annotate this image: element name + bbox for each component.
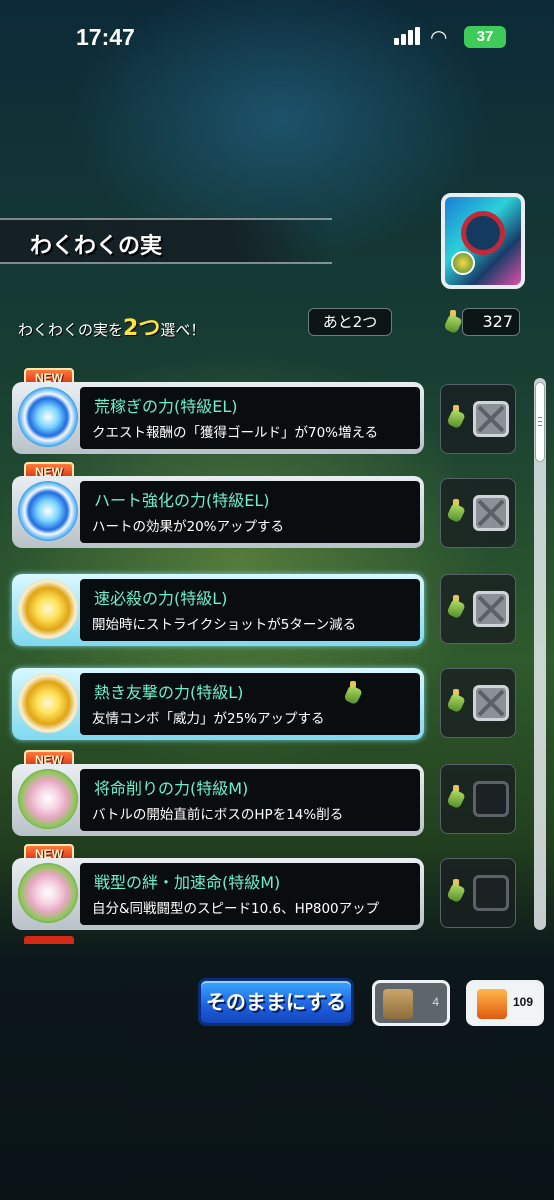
fruit-card-2[interactable]: ハート強化の力(特級EL) ハートの効果が20%アップする	[12, 476, 424, 548]
next-new-badge-peek	[24, 936, 74, 944]
title-banner: わくわくの実	[0, 218, 332, 264]
bottle-icon	[446, 499, 466, 524]
bottle-icon	[446, 595, 466, 620]
keep-as-is-button[interactable]: そのままにする	[198, 978, 354, 1026]
fruit-name: 戦型の絆・加速命(特級M)	[94, 873, 281, 892]
bottle-icon	[446, 689, 466, 714]
fruit-name: 速必殺の力(特級L)	[94, 589, 228, 608]
character-thumbnail[interactable]	[441, 193, 525, 289]
fruit-card-6[interactable]: 戦型の絆・加速命(特級M) 自分&同戦闘型のスピード10.6、HP800アップ	[12, 858, 424, 930]
fruit-desc: クエスト報酬の「獲得ゴールド」が70%増える	[92, 425, 379, 441]
fruit-checkbox-6[interactable]	[440, 858, 516, 928]
bottle-icon	[446, 785, 466, 810]
scroll-icon	[383, 989, 413, 1019]
disabled-checkbox-icon	[473, 685, 509, 721]
scroll-icon	[477, 989, 507, 1019]
wifi-icon: ◠	[430, 25, 448, 49]
page-title: わくわくの実	[30, 234, 163, 259]
fruit-name: 荒稼ぎの力(特級EL)	[94, 397, 238, 416]
bottle-icon	[443, 310, 463, 335]
fruit-card-4[interactable]: 熱き友撃の力(特級L) 友情コンボ「威力」が25%アップする	[12, 668, 424, 740]
disabled-checkbox-icon	[473, 591, 509, 627]
fruit-checkbox-3[interactable]	[440, 574, 516, 644]
remaining-count: あと2つ	[308, 308, 392, 336]
signal-icon	[394, 27, 422, 45]
fruit-currency: 327	[443, 306, 520, 338]
scroll-thumb[interactable]	[535, 382, 545, 462]
currency-count: 327	[462, 308, 520, 336]
battery-icon: 37	[464, 26, 506, 48]
gold-burst-icon	[18, 579, 78, 639]
fruit-desc: ハートの効果が20%アップする	[92, 519, 285, 535]
blue-flower-icon	[18, 387, 78, 447]
clock: 17:47	[76, 24, 135, 50]
status-bar: 17:47 ◠ 37	[0, 0, 554, 80]
fruit-checkbox-2[interactable]	[440, 478, 516, 548]
gold-burst-icon	[18, 673, 78, 733]
fruit-card-3[interactable]: 速必殺の力(特級L) 開始時にストライクショットが5ターン減る	[12, 574, 424, 646]
empty-checkbox-icon	[473, 781, 509, 817]
fruit-card-5[interactable]: 将命削りの力(特級M) バトルの開始直前にボスのHPを14%削る	[12, 764, 424, 836]
bottle-icon	[446, 405, 466, 430]
disabled-checkbox-icon	[473, 401, 509, 437]
lotus-icon	[18, 769, 78, 829]
fruit-checkbox-1[interactable]	[440, 384, 516, 454]
item-button-2[interactable]: 109	[466, 980, 544, 1026]
instruction-text: わくわくの実を2つ選べ！	[18, 316, 206, 341]
bottle-icon	[343, 681, 363, 706]
fruit-name: 将命削りの力(特級M)	[94, 779, 249, 798]
item-count: 4	[432, 995, 439, 1009]
bottle-icon	[446, 879, 466, 904]
empty-checkbox-icon	[473, 875, 509, 911]
fruit-desc: 友情コンボ「威力」が25%アップする	[92, 711, 325, 727]
fruit-card-1[interactable]: 荒稼ぎの力(特級EL) クエスト報酬の「獲得ゴールド」が70%増える	[12, 382, 424, 454]
disabled-checkbox-icon	[473, 495, 509, 531]
lotus-icon	[18, 863, 78, 923]
fruit-desc: 自分&同戦闘型のスピード10.6、HP800アップ	[92, 901, 380, 917]
character-emblem-icon	[461, 211, 505, 255]
fruit-name: ハート強化の力(特級EL)	[94, 491, 270, 510]
item-button-1[interactable]: 4	[372, 980, 450, 1026]
fruit-name: 熱き友撃の力(特級L)	[94, 683, 244, 702]
instruction-highlight: 2つ	[123, 316, 161, 341]
item-count: 109	[512, 995, 533, 1009]
fruit-desc: 開始時にストライクショットが5ターン減る	[92, 617, 357, 633]
fruit-desc: バトルの開始直前にボスのHPを14%削る	[92, 807, 344, 823]
scrollbar[interactable]	[534, 378, 546, 930]
blue-flower-icon	[18, 481, 78, 541]
fruit-checkbox-4[interactable]	[440, 668, 516, 738]
fruit-checkbox-5[interactable]	[440, 764, 516, 834]
element-orb-icon	[451, 251, 475, 275]
